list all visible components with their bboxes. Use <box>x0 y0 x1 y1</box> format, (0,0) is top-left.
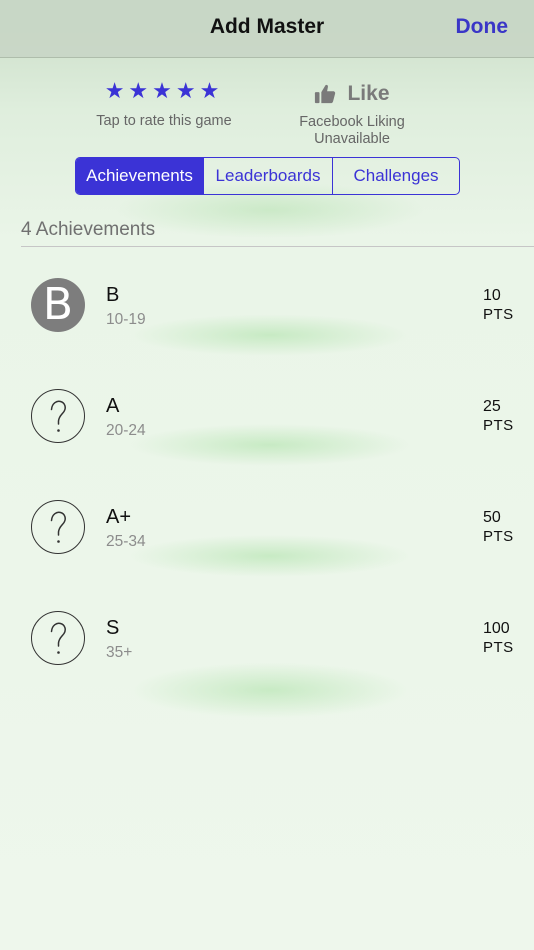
achievement-pts-label: PTS <box>483 528 514 545</box>
rate-game-control[interactable]: ★★★★★ Tap to rate this game <box>80 78 248 129</box>
achievement-range: 10-19 <box>106 311 146 328</box>
achievement-row[interactable]: A+ 25-34 50 PTS <box>0 500 534 560</box>
page-title: Add Master <box>209 15 325 38</box>
like-caption-line-1: Facebook Liking <box>299 114 405 130</box>
tab-achievements[interactable]: Achievements <box>76 158 203 194</box>
achievement-row[interactable]: A 20-24 25 PTS <box>0 389 534 449</box>
achievement-points: 10 <box>483 287 501 304</box>
thumbs-up-icon <box>315 84 336 104</box>
achievement-pts-label: PTS <box>483 417 514 434</box>
achievement-range: 20-24 <box>106 422 146 439</box>
achievement-row[interactable]: S 35+ 100 PTS <box>0 611 534 671</box>
done-button[interactable]: Done <box>456 15 509 39</box>
achievement-title: A+ <box>106 506 132 528</box>
like-label: Like <box>347 82 390 105</box>
navigation-bar: Add Master Done <box>0 0 534 58</box>
star-rating-icons[interactable]: ★★★★★ <box>80 78 248 104</box>
achievement-points: 25 <box>483 398 501 415</box>
achievement-points: 100 <box>483 620 510 637</box>
achievement-points: 50 <box>483 509 501 526</box>
rate-caption: Tap to rate this game <box>96 113 232 129</box>
like-caption-line-2: Unavailable <box>314 131 390 147</box>
tab-leaderboards[interactable]: Leaderboards <box>203 158 332 194</box>
achievement-range: 25-34 <box>106 533 146 550</box>
achievement-row[interactable]: B B 10-19 10 PTS <box>0 278 534 338</box>
tab-challenges[interactable]: Challenges <box>332 158 459 194</box>
achievement-range: 35+ <box>106 644 133 661</box>
achievement-title: B <box>106 284 120 306</box>
facebook-like: Like Facebook Liking Unavailable <box>282 80 422 148</box>
locked-question-icon <box>31 611 85 665</box>
achievement-title: S <box>106 617 120 639</box>
section-divider <box>21 246 534 247</box>
like-button: Like <box>282 80 422 108</box>
locked-question-icon <box>31 500 85 554</box>
locked-question-icon <box>31 389 85 443</box>
achievements-count-header: 4 Achievements <box>21 219 156 240</box>
segmented-control: Achievements Leaderboards Challenges <box>75 157 460 195</box>
achievement-badge: B <box>31 278 85 332</box>
achievement-pts-label: PTS <box>483 639 514 656</box>
content: ★★★★★ Tap to rate this game Like Faceboo… <box>0 0 534 950</box>
like-caption: Facebook Liking Unavailable <box>282 114 422 148</box>
achievement-title: A <box>106 395 120 417</box>
achievement-pts-label: PTS <box>483 306 514 323</box>
